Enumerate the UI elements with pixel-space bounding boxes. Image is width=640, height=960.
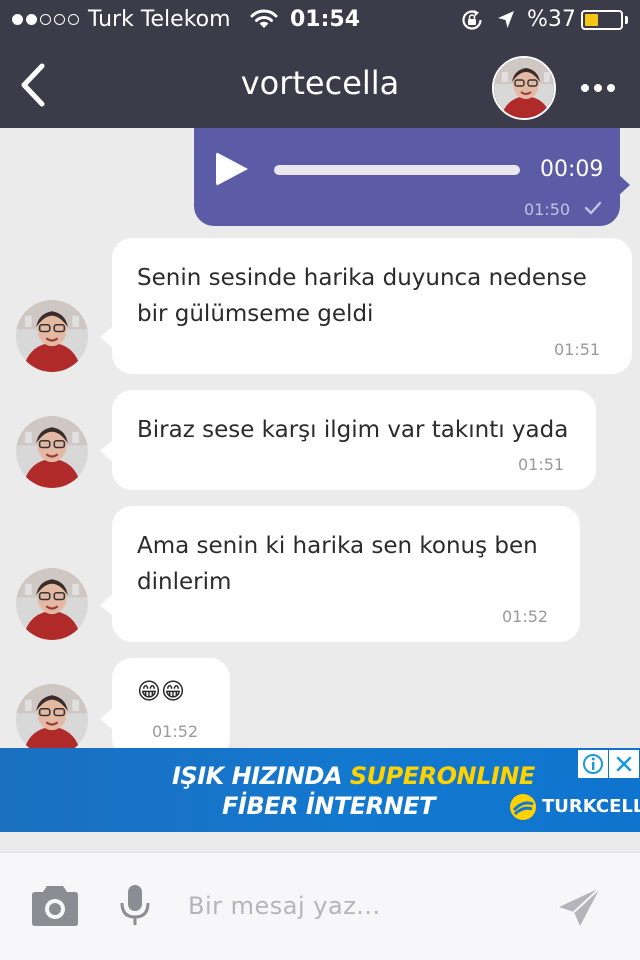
location-arrow-icon bbox=[496, 9, 516, 35]
message-list[interactable]: 00:09 01:50 Senin sesinde harika duyunca… bbox=[0, 128, 640, 748]
battery-level bbox=[585, 14, 598, 26]
message-text: Senin sesinde harika duyunca nedense bir… bbox=[137, 260, 587, 332]
incoming-message-row: 😁😁 01:52 bbox=[0, 658, 640, 748]
message-bubble[interactable]: Biraz sese karşı ilgim var takıntı yada … bbox=[100, 390, 596, 490]
bubble-tail bbox=[100, 594, 113, 616]
ad-headline-text: IŞIK HIZINDA bbox=[172, 762, 350, 790]
message-composer bbox=[0, 852, 640, 960]
wifi-icon bbox=[250, 8, 278, 34]
message-time: 01:52 bbox=[502, 607, 549, 626]
voice-duration: 00:09 bbox=[540, 157, 604, 182]
ad-banner[interactable]: IŞIK HIZINDA SUPERONLINE FİBER İNTERNET bbox=[0, 748, 640, 832]
message-text: 😁😁 bbox=[137, 674, 185, 710]
audio-progress-track[interactable] bbox=[274, 165, 520, 175]
status-bar: Turk Telekom 01:54 %37 bbox=[0, 0, 640, 40]
camera-icon bbox=[32, 886, 78, 926]
bubble-tail bbox=[100, 326, 113, 348]
send-icon bbox=[559, 887, 601, 926]
sender-avatar[interactable] bbox=[16, 684, 88, 748]
carrier-name: Turk Telekom bbox=[88, 7, 231, 32]
more-dot bbox=[581, 84, 589, 92]
message-line: dinlerim bbox=[137, 569, 232, 595]
emoji-message: 😁😁 bbox=[137, 679, 185, 705]
ad-subheadline: FİBER İNTERNET bbox=[222, 792, 435, 820]
status-time: 01:54 bbox=[290, 7, 361, 32]
message-time: 01:50 bbox=[524, 200, 571, 219]
avatar-photo bbox=[16, 568, 88, 640]
send-button[interactable] bbox=[556, 885, 604, 933]
avatar-photo bbox=[16, 684, 88, 748]
message-time: 01:52 bbox=[152, 722, 199, 741]
contact-avatar[interactable] bbox=[492, 56, 556, 120]
outgoing-voice-message[interactable]: 00:09 01:50 bbox=[194, 128, 630, 226]
bubble-tail bbox=[100, 708, 113, 730]
incoming-message-row: Ama senin ki harika sen konuş ben dinler… bbox=[0, 506, 640, 642]
microphone-icon bbox=[120, 885, 150, 925]
message-line: bir gülümseme geldi bbox=[137, 301, 374, 327]
ad-info-button[interactable] bbox=[578, 750, 608, 778]
message-text: Ama senin ki harika sen konuş ben dinler… bbox=[137, 528, 538, 600]
battery-percent: %37 bbox=[527, 7, 576, 32]
signal-dot bbox=[26, 14, 37, 25]
top-bar: Turk Telekom 01:54 %37 vortecella bbox=[0, 0, 640, 128]
turkcell-logo-icon bbox=[508, 792, 538, 826]
signal-dot bbox=[54, 14, 65, 25]
incoming-message-row: Biraz sese karşı ilgim var takıntı yada … bbox=[0, 390, 640, 490]
message-bubble[interactable]: Senin sesinde harika duyunca nedense bir… bbox=[100, 238, 632, 374]
play-icon[interactable] bbox=[216, 152, 248, 186]
info-icon bbox=[583, 754, 603, 774]
more-options-button[interactable] bbox=[578, 78, 618, 98]
message-bubble[interactable]: Ama senin ki harika sen konuş ben dinler… bbox=[100, 506, 580, 642]
message-bubble[interactable]: 😁😁 01:52 bbox=[100, 658, 230, 748]
signal-dot bbox=[68, 14, 79, 25]
ad-headline: IŞIK HIZINDA SUPERONLINE bbox=[172, 762, 535, 790]
message-text: Biraz sese karşı ilgim var takıntı yada bbox=[137, 412, 568, 448]
microphone-button[interactable] bbox=[118, 883, 152, 933]
more-dot bbox=[607, 84, 615, 92]
chevron-left-icon bbox=[21, 63, 45, 107]
battery-icon bbox=[581, 10, 623, 30]
incoming-message-row: Senin sesinde harika duyunca nedense bir… bbox=[0, 238, 640, 374]
avatar-photo bbox=[16, 300, 88, 372]
sender-avatar[interactable] bbox=[16, 568, 88, 640]
message-line: Ama senin ki harika sen konuş ben bbox=[137, 533, 538, 559]
more-dot bbox=[594, 84, 602, 92]
signal-dot bbox=[12, 14, 23, 25]
message-time: 01:51 bbox=[554, 340, 601, 359]
contact-name[interactable]: vortecella bbox=[241, 64, 400, 102]
rotation-lock-icon bbox=[460, 9, 484, 35]
signal-dot bbox=[40, 14, 51, 25]
battery-tip bbox=[625, 16, 628, 24]
back-button[interactable] bbox=[14, 60, 54, 110]
signal-strength bbox=[12, 14, 79, 25]
message-line: Senin sesinde harika duyunca nedense bbox=[137, 265, 587, 291]
avatar-photo bbox=[494, 58, 554, 118]
sender-avatar[interactable] bbox=[16, 300, 88, 372]
sender-avatar[interactable] bbox=[16, 416, 88, 488]
bubble-tail bbox=[618, 174, 630, 196]
sent-check-icon bbox=[584, 200, 602, 220]
camera-button[interactable] bbox=[28, 883, 82, 933]
message-line: Biraz sese karşı ilgim var takıntı yada bbox=[137, 417, 569, 443]
ad-close-button[interactable] bbox=[609, 750, 639, 778]
ad-headline-highlight: SUPERONLINE bbox=[349, 762, 535, 790]
close-icon bbox=[616, 756, 632, 772]
avatar-photo bbox=[16, 416, 88, 488]
message-time: 01:51 bbox=[518, 455, 565, 474]
message-input[interactable] bbox=[188, 883, 518, 929]
bubble-tail bbox=[100, 440, 113, 462]
ad-brand-name: TURKCELL bbox=[542, 796, 640, 817]
